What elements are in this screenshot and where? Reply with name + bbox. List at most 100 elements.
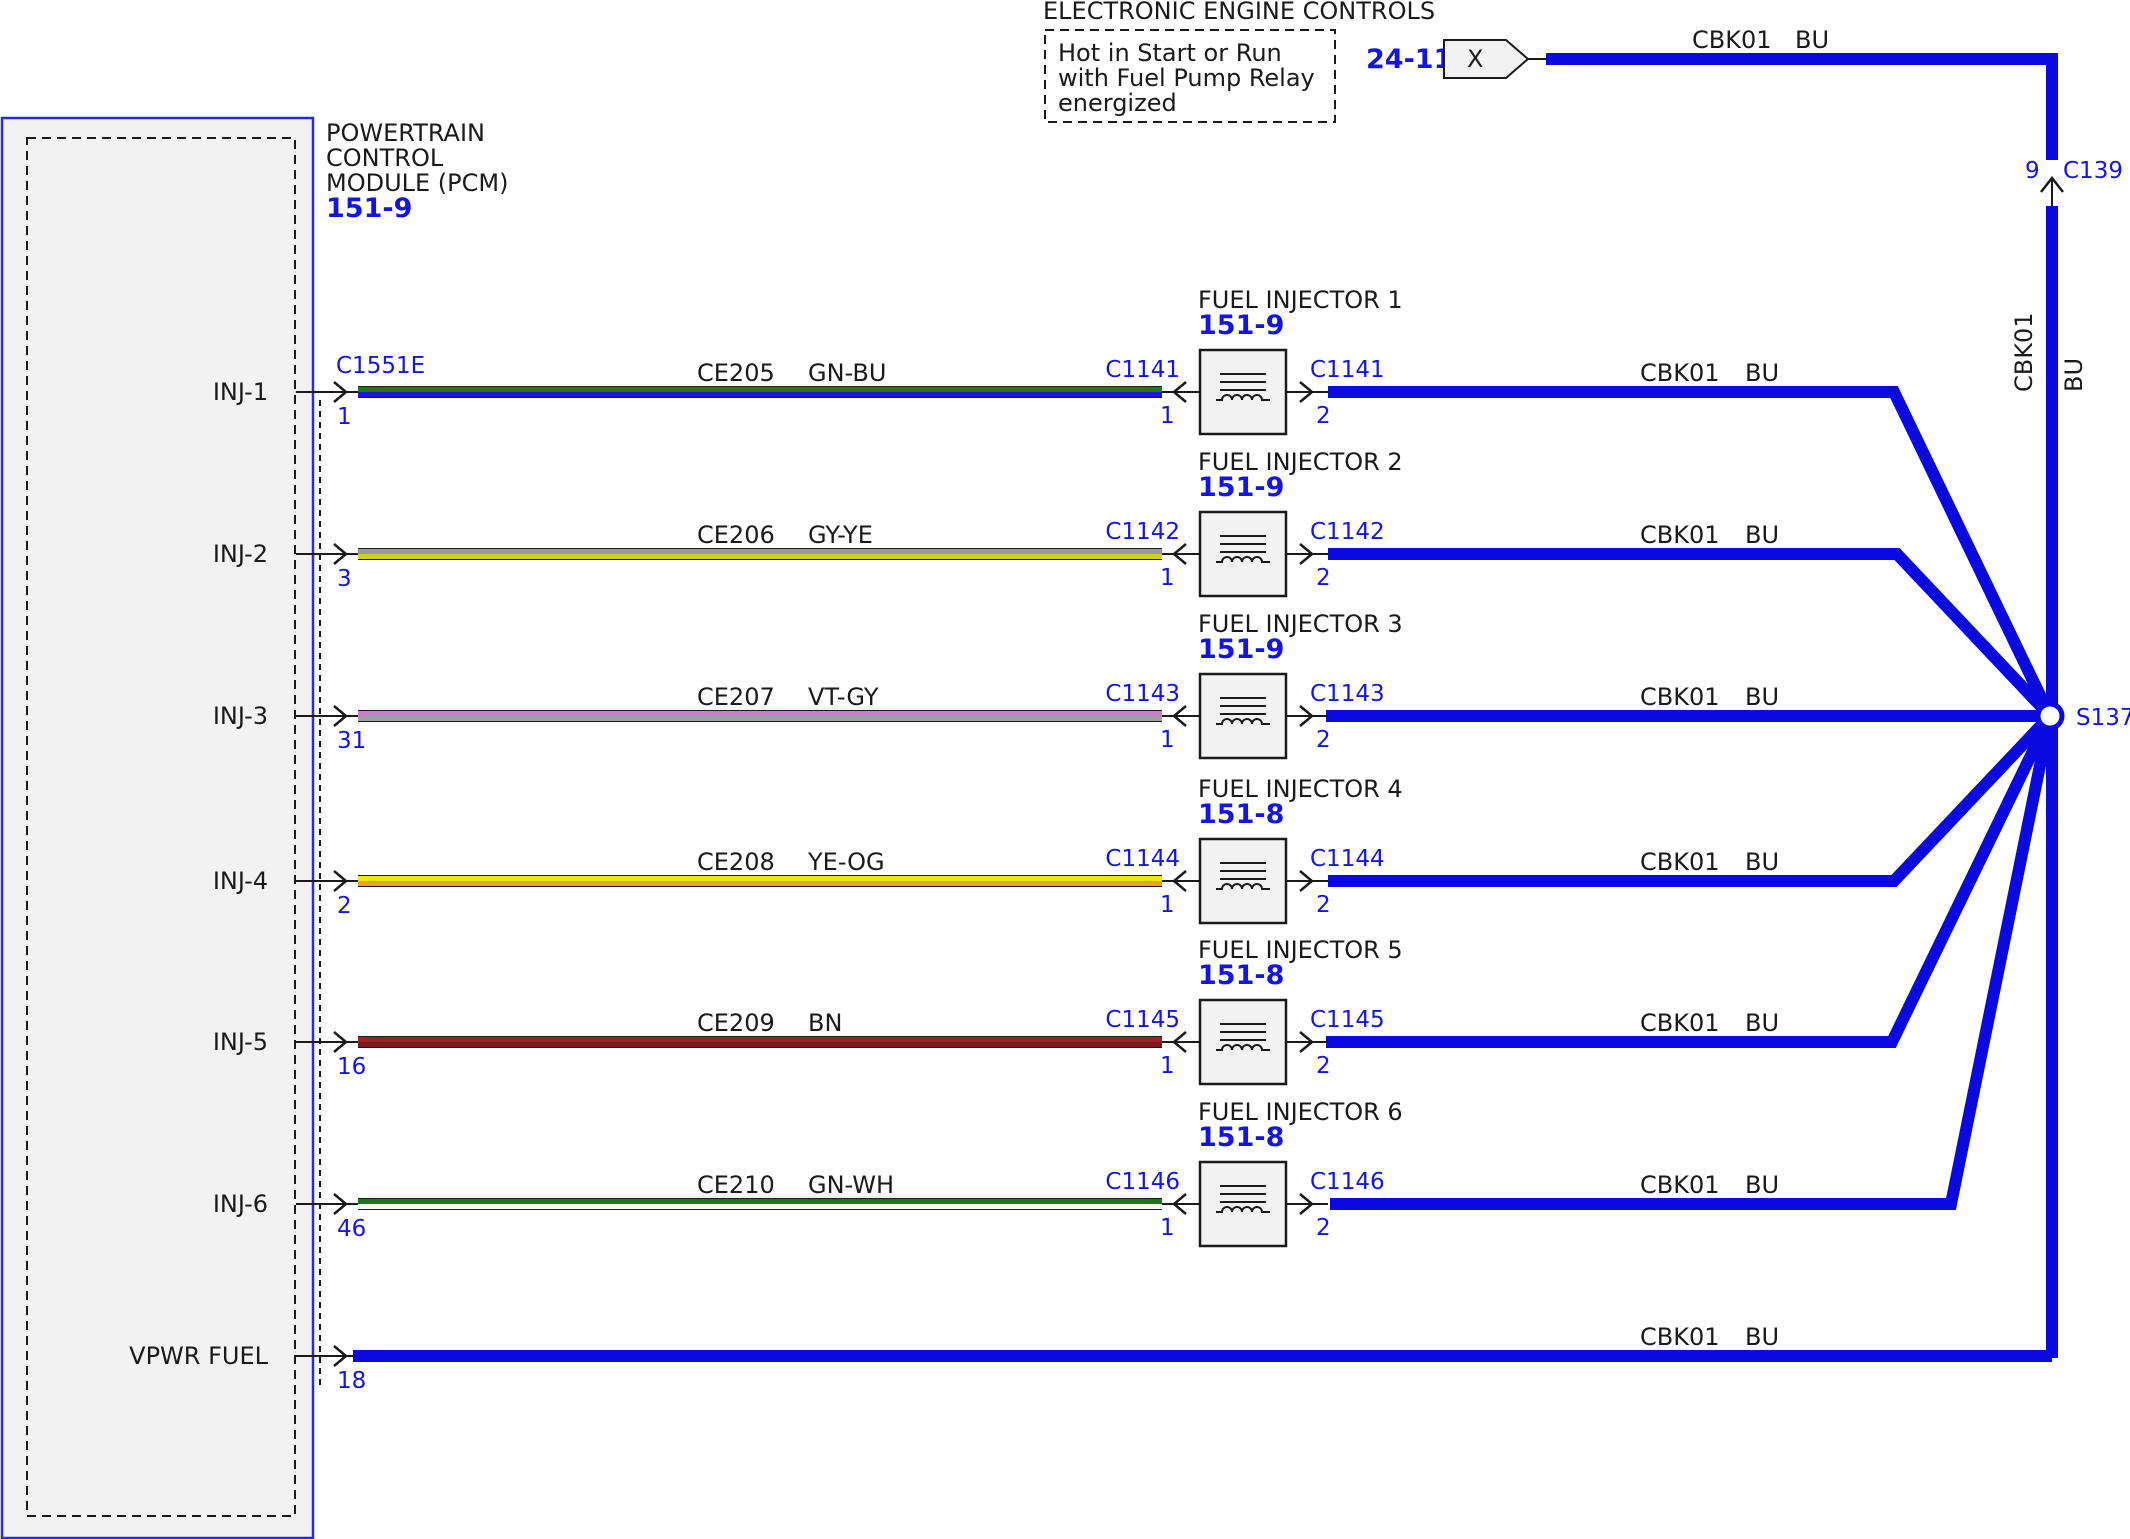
injector-box [1198,837,1288,925]
injector-row-1: INJ-11CE205 GN-BU C11411FUEL INJECTOR 1151… [213,286,1779,436]
control-wire-circuit: CE206 [697,521,775,549]
injector-connector-out: C1143 [1310,681,1385,707]
control-wire[interactable] [358,1036,1162,1048]
pcm-outline[interactable] [0,116,315,1539]
injector-box [1198,348,1288,436]
fuel-injector-5[interactable] [1198,998,1288,1086]
pcm-title-line-2: CONTROL [326,144,444,172]
feed-wire-circuit: CBK01 [1640,359,1720,387]
splice-s137[interactable]: S137 [2035,701,2130,731]
top-feed-wire[interactable] [1546,53,2058,160]
pcm-ref[interactable]: 151-9 [326,193,412,224]
trunk-wire-circuit: CBK01 [2010,313,2038,393]
c139-name: C139 [2063,158,2123,184]
control-wire-color: GN-WH [808,1171,894,1199]
c139-pin: 9 [2025,158,2040,184]
injector-6-feed-wire[interactable] [1330,714,2056,1210]
injector-pin-out: 2 [1316,565,1331,591]
injector-pin-in: 1 [1160,892,1175,918]
injector-ref[interactable]: 151-8 [1198,960,1284,991]
injector-row-4: INJ-42CE208 YE-OG C11441FUEL INJECTOR 4151… [213,775,1779,925]
injector-pin-in: 1 [1160,727,1175,753]
pcm-module: POWERTRAIN CONTROL MODULE (PCM) 151-9 C1… [0,116,508,1539]
top-wire-circuit: CBK01 [1692,26,1772,54]
pcm-pin-number: 46 [337,1216,366,1242]
pcm-pin-label: INJ-3 [213,702,268,730]
injector-connector-in: C1145 [1105,1007,1180,1033]
engine-controls-title: ELECTRONIC ENGINE CONTROLS [1043,0,1435,25]
control-wire-color: VT-GY [808,683,879,711]
injector-connector-out: C1146 [1310,1169,1385,1195]
injector-ref[interactable]: 151-9 [1198,310,1284,341]
trunk-wire-color: BU [2060,358,2088,392]
control-wire-circuit: CE209 [697,1009,775,1037]
wire-base-color [358,387,1162,392]
injector-row-3: INJ-331CE207 VT-GY C11431FUEL INJECTOR 315… [213,610,1779,760]
pcm-pin-label: INJ-1 [213,378,268,406]
control-wire[interactable] [358,1198,1162,1210]
wire-stripe-color [358,554,1162,559]
pcm-connector-name: C1551E [336,353,425,379]
power-note-line-3: energized [1058,89,1177,117]
injector-pin-in: 1 [1160,1215,1175,1241]
fuel-injector-1[interactable] [1198,348,1288,436]
pcm-pin-label: INJ-5 [213,1028,268,1056]
power-note-line-1: Hot in Start or Run [1058,39,1282,67]
wire-base-color [358,1037,1162,1042]
injector-ref[interactable]: 151-8 [1198,1122,1284,1153]
power-note-line-2: with Fuel Pump Relay [1058,64,1315,92]
injector-ref[interactable]: 151-9 [1198,472,1284,503]
control-wire-color: GN-BU [808,359,886,387]
wire-stripe-color [358,1042,1162,1047]
control-wire[interactable] [358,875,1162,887]
control-wire[interactable] [358,710,1162,722]
c139-connector: 9 C139 [2025,158,2123,206]
injector-row-5: INJ-516CE209 BN C11451FUEL INJECTOR 5151-8… [213,936,1779,1086]
wire-base-color [358,1199,1162,1204]
top-wire-color: BU [1795,26,1829,54]
injector-pin-out: 2 [1316,892,1331,918]
feed-wire-color: BU [1745,1171,1779,1199]
wiring-diagram: ELECTRONIC ENGINE CONTROLS Hot in Start … [0,0,2130,1539]
fuel-injector-3[interactable] [1198,672,1288,760]
feed-wire-circuit: CBK01 [1640,683,1720,711]
injector-pin-out: 2 [1316,1215,1331,1241]
injector-connector-in: C1146 [1105,1169,1180,1195]
pcm-pin-label: INJ-4 [213,867,268,895]
injector-connector-in: C1143 [1105,681,1180,707]
control-wire-circuit: CE210 [697,1171,775,1199]
injector-connector-out: C1141 [1310,357,1385,383]
fuel-injector-6[interactable] [1198,1160,1288,1248]
injector-pin-in: 1 [1160,1053,1175,1079]
vpwr-fuel-circuit: CBK01 [1640,1323,1720,1351]
feed-wire-circuit: CBK01 [1640,521,1720,549]
feed-wire-color: BU [1745,1009,1779,1037]
control-wire[interactable] [358,548,1162,560]
fuel-injector-2[interactable] [1198,510,1288,598]
splice-name: S137 [2076,705,2130,731]
injector-pin-out: 2 [1316,727,1331,753]
injector-pin-in: 1 [1160,565,1175,591]
injector-connector-out: C1144 [1310,846,1385,872]
control-wire[interactable] [358,386,1162,398]
wire-stripe-color [358,716,1162,721]
injector-connector-in: C1142 [1105,519,1180,545]
wire-stripe-color [358,881,1162,886]
wire-stripe-color [358,1204,1162,1209]
injector-ref[interactable]: 151-8 [1198,799,1284,830]
injector-connector-in: C1144 [1105,846,1180,872]
injector-connector-in: C1141 [1105,357,1180,383]
injector-connector-out: C1145 [1310,1007,1385,1033]
feed-wire-circuit: CBK01 [1640,848,1720,876]
control-wire-color: GY-YE [808,521,873,549]
injector-rows: INJ-11CE205 GN-BU C11411FUEL INJECTOR 1151… [213,286,1779,1248]
pcm-pin-number: 2 [337,893,352,919]
fuel-injector-4[interactable] [1198,837,1288,925]
pcm-pin-number: 31 [337,728,366,754]
injector-pin-out: 2 [1316,403,1331,429]
pcm-pin-number: 3 [337,566,352,592]
engine-controls-ref[interactable]: 24-11 [1366,44,1452,75]
pcm-title-line-1: POWERTRAIN [326,119,485,147]
injector-ref[interactable]: 151-9 [1198,634,1284,665]
vpwr-fuel-pin: 18 [337,1368,366,1394]
